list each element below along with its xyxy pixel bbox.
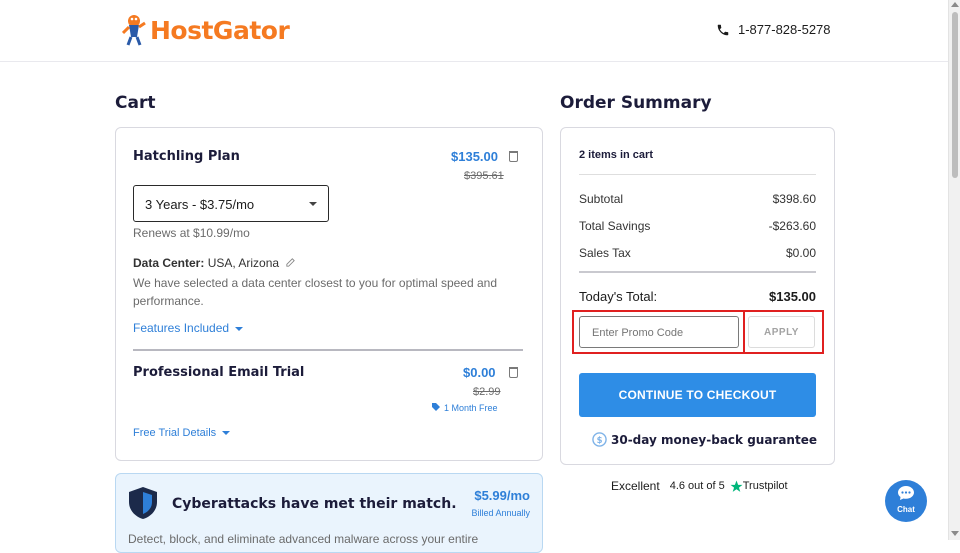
sales-tax-row: Sales Tax $0.00: [579, 246, 816, 260]
money-badge-icon: $: [592, 432, 607, 447]
data-center-note: We have selected a data center closest t…: [133, 276, 497, 308]
phone-icon: [717, 24, 729, 35]
continue-to-checkout-button[interactable]: CONTINUE TO CHECKOUT: [579, 373, 816, 417]
promo-code-placeholder: Enter Promo Code: [592, 327, 684, 339]
security-upsell-banner[interactable]: Cyberattacks have met their match. $5.99…: [115, 473, 543, 553]
remove-plan-trash-icon[interactable]: [509, 151, 518, 162]
subtotal-label: Subtotal: [579, 192, 624, 206]
chat-widget-button[interactable]: Chat: [885, 480, 927, 522]
items-count: 2 items in cart: [579, 149, 653, 161]
promo-code-input[interactable]: Enter Promo Code: [579, 316, 739, 348]
phone-number: 1-877-828-5278: [738, 22, 831, 37]
remove-email-trash-icon[interactable]: [509, 367, 518, 378]
renewal-note: Renews at $10.99/mo: [133, 226, 250, 240]
plan-price: $135.00: [451, 149, 498, 164]
sales-tax-value: $0.00: [785, 246, 816, 260]
term-select-value: 3 Years - $3.75/mo: [145, 197, 255, 212]
caret-down-icon: [222, 431, 231, 436]
trustpilot-widget[interactable]: Excellent 4.6 out of 5 Trustpilot: [611, 479, 788, 493]
trustpilot-brand: Trustpilot: [742, 480, 788, 492]
savings-value: -$263.60: [768, 219, 816, 233]
free-month-badge: 1 Month Free: [432, 403, 498, 413]
features-included-label: Features Included: [133, 321, 230, 335]
scroll-thumb[interactable]: [952, 12, 958, 178]
email-trial-original-price: $2.99: [473, 386, 501, 398]
total-label: Today's Total:: [579, 289, 658, 304]
data-center-row: Data Center: USA, Arizona: [133, 256, 296, 270]
banner-billing: Billed Annually: [471, 508, 530, 518]
shield-icon: [129, 487, 157, 519]
subtotal-row: Subtotal $398.60: [579, 192, 816, 206]
banner-title: Cyberattacks have met their match.: [172, 496, 457, 512]
chevron-down-icon: [309, 202, 317, 206]
svg-text:$: $: [597, 435, 603, 445]
gator-mascot-icon: [122, 15, 146, 46]
support-phone[interactable]: 1-877-828-5278: [716, 22, 831, 37]
subtotal-value: $398.60: [772, 192, 816, 206]
brand-name: HostGator: [150, 15, 290, 45]
free-month-text: 1 Month Free: [444, 403, 498, 413]
plan-original-price: $395.61: [464, 170, 504, 182]
savings-label: Total Savings: [579, 219, 651, 233]
total-value: $135.00: [769, 289, 816, 304]
item-divider: [133, 349, 523, 351]
scroll-down-arrow-icon[interactable]: [951, 531, 959, 536]
cart-heading: Cart: [115, 93, 156, 113]
sales-tax-label: Sales Tax: [579, 246, 631, 260]
email-trial-name: Professional Email Trial: [133, 365, 305, 380]
free-trial-details-toggle[interactable]: Free Trial Details: [133, 427, 231, 439]
summary-divider: [579, 174, 816, 175]
trustpilot-star-icon: [730, 480, 743, 492]
chat-bubble-icon: [898, 486, 914, 500]
money-back-guarantee: $ 30-day money-back guarantee: [592, 432, 817, 447]
hostgator-logo[interactable]: HostGator: [122, 13, 290, 47]
site-header: HostGator 1-877-828-5278: [0, 0, 948, 62]
order-summary-heading: Order Summary: [560, 93, 712, 113]
scroll-up-arrow-icon[interactable]: [951, 2, 959, 7]
features-included-toggle[interactable]: Features Included: [133, 321, 244, 335]
plan-name: Hatchling Plan: [133, 149, 240, 164]
trustpilot-rating-word: Excellent: [611, 479, 660, 493]
edit-pencil-icon[interactable]: [285, 257, 296, 268]
chat-label: Chat: [897, 505, 915, 514]
total-row: Today's Total: $135.00: [579, 289, 816, 304]
trustpilot-score: 4.6 out of 5: [669, 480, 725, 492]
summary-total-divider: [579, 271, 816, 273]
order-summary-card: 2 items in cart Subtotal $398.60 Total S…: [560, 127, 835, 465]
free-trial-details-label: Free Trial Details: [133, 427, 217, 439]
apply-promo-button[interactable]: APPLY: [748, 316, 815, 348]
banner-price: $5.99/mo: [474, 488, 530, 503]
data-center-value: USA, Arizona: [207, 256, 280, 270]
page-scrollbar[interactable]: [948, 0, 960, 540]
term-select[interactable]: 3 Years - $3.75/mo: [133, 185, 329, 222]
guarantee-text: 30-day money-back guarantee: [611, 432, 817, 447]
savings-row: Total Savings -$263.60: [579, 219, 816, 233]
tag-icon: [432, 403, 440, 411]
caret-down-icon: [235, 326, 244, 331]
data-center-label: Data Center:: [133, 256, 205, 270]
email-trial-price: $0.00: [463, 365, 496, 380]
cart-card: Hatchling Plan $135.00 $395.61 3 Years -…: [115, 127, 543, 461]
banner-description: Detect, block, and eliminate advanced ma…: [128, 532, 479, 546]
